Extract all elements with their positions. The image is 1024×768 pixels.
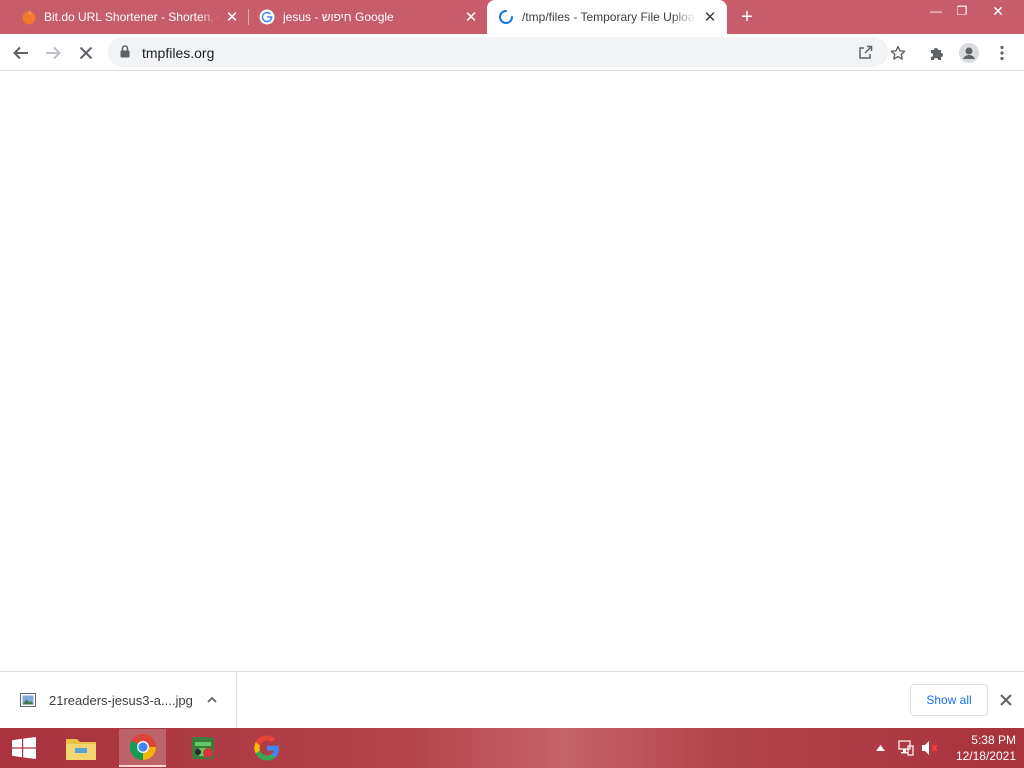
menu-button[interactable]	[989, 40, 1015, 66]
stop-loading-button[interactable]	[73, 40, 99, 66]
clock-time: 5:38 PM	[971, 733, 1016, 747]
tab-google-search[interactable]: jesus - חיפוש Google ✕	[248, 0, 488, 34]
chrome-icon	[129, 734, 156, 761]
close-tab-icon[interactable]: ✕	[223, 8, 241, 26]
new-tab-button[interactable]: +	[737, 7, 757, 27]
tab-tmpfiles-active[interactable]: /tmp/files - Temporary File Uploa ✕	[487, 0, 727, 34]
share-icon[interactable]	[858, 45, 873, 60]
bookmark-button[interactable]	[885, 40, 911, 66]
lock-icon	[120, 45, 130, 58]
tab-title: /tmp/files - Temporary File Uploa	[522, 10, 695, 24]
taskbar: 5:38 PM 12/18/2021	[0, 728, 1024, 768]
chrome-app[interactable]	[119, 729, 166, 767]
close-tab-icon[interactable]: ✕	[462, 8, 480, 26]
stop-loading-icon	[79, 46, 93, 60]
volume-muted-icon[interactable]	[921, 740, 939, 756]
close-icon[interactable]	[997, 691, 1015, 709]
file-explorer-app[interactable]	[57, 729, 104, 767]
bitdo-favicon	[22, 10, 36, 25]
close-window-button[interactable]: ✕	[981, 0, 1015, 22]
google-app[interactable]	[243, 729, 290, 767]
loading-spinner-icon	[499, 10, 513, 24]
menu-icon	[1000, 45, 1004, 61]
system-clock[interactable]: 5:38 PM 12/18/2021	[940, 732, 1016, 764]
download-file-name: 21readers-jesus3-a....jpg	[49, 693, 193, 708]
download-shelf: 21readers-jesus3-a....jpg Show all	[0, 671, 1024, 728]
show-all-button[interactable]: Show all	[910, 684, 988, 716]
clock-date: 12/18/2021	[955, 749, 1016, 763]
tab-title: jesus - חיפוש Google	[283, 10, 394, 24]
address-bar[interactable]: tmpfiles.org	[108, 37, 888, 67]
tab-strip: Bit.do URL Shortener - Shorten, c ✕ jesu…	[0, 0, 1024, 34]
profile-button[interactable]	[956, 40, 982, 66]
tab-title: Bit.do URL Shortener - Shorten, c	[44, 10, 220, 24]
back-button[interactable]	[8, 40, 34, 66]
folder-icon	[65, 739, 96, 760]
browser-toolbar: tmpfiles.org	[0, 34, 1024, 71]
download-item[interactable]: 21readers-jesus3-a....jpg	[0, 672, 237, 728]
forward-button[interactable]	[40, 40, 66, 66]
extensions-button[interactable]	[924, 40, 950, 66]
google-favicon	[259, 9, 275, 25]
windows-start-icon[interactable]	[11, 737, 37, 759]
network-icon[interactable]	[898, 740, 914, 756]
page-content	[0, 71, 1024, 671]
back-icon	[13, 46, 28, 60]
google-icon	[253, 735, 279, 761]
maximize-button[interactable]: ❐	[945, 0, 979, 22]
game-icon	[191, 737, 214, 759]
extensions-icon	[931, 48, 943, 60]
forward-icon	[46, 46, 61, 60]
bookmark-star-icon	[890, 45, 906, 60]
tab-bitdo[interactable]: Bit.do URL Shortener - Shorten, c ✕	[0, 0, 248, 34]
profile-icon	[959, 43, 979, 63]
url-text: tmpfiles.org	[142, 45, 215, 61]
image-file-icon	[20, 693, 36, 707]
close-tab-icon[interactable]: ✕	[701, 8, 719, 26]
game-app[interactable]	[179, 729, 226, 767]
chevron-up-icon[interactable]	[876, 745, 885, 751]
chevron-up-icon[interactable]	[204, 692, 220, 708]
